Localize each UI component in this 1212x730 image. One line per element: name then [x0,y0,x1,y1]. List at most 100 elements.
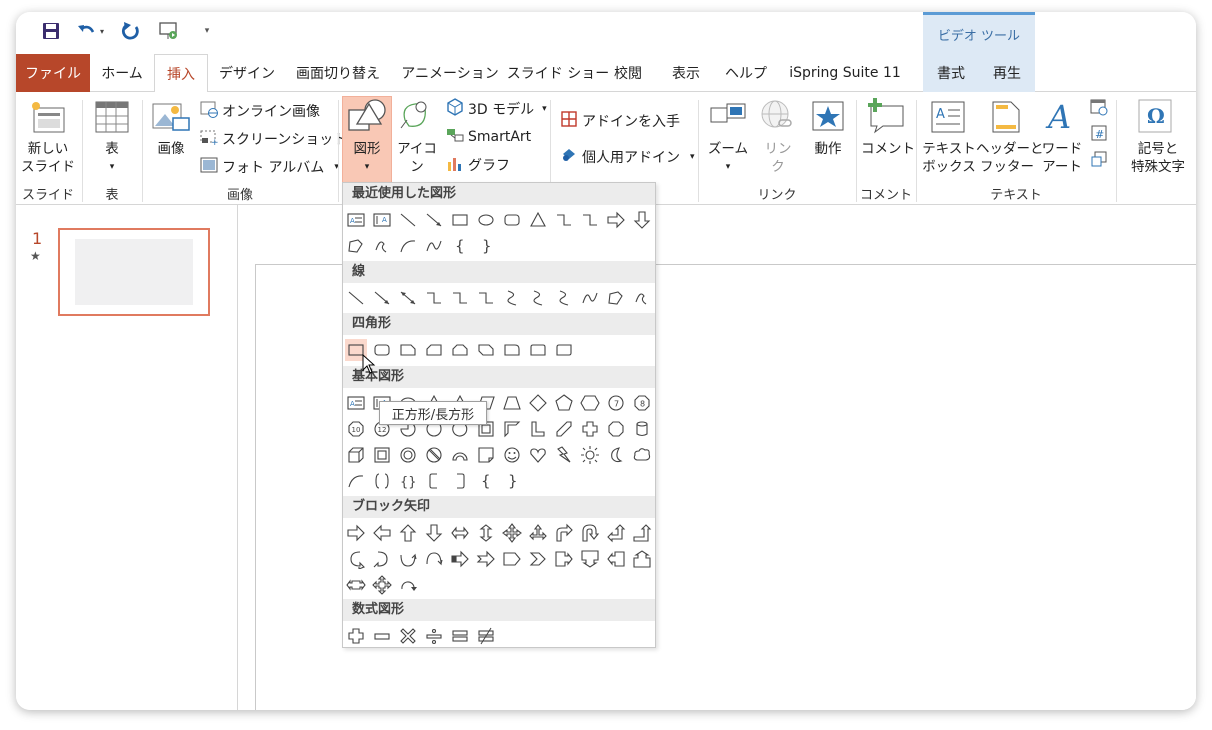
online-image-button[interactable]: オンライン画像 [200,100,320,122]
shape-donut-icon[interactable] [397,444,419,466]
shape-curve-icon[interactable] [553,287,575,309]
shape-curvedL-icon[interactable] [371,548,393,570]
shape-textbox-icon[interactable]: A [345,209,367,231]
icons-button[interactable]: アイコン [392,140,442,176]
shape-scribble-icon[interactable] [631,287,653,309]
shape-line-icon[interactable] [345,287,367,309]
shape-arrowU-icon[interactable] [397,522,419,544]
shape-bentArrow-icon[interactable] [553,522,575,544]
shape-arrowD-icon[interactable] [423,522,445,544]
omega-icon[interactable]: Ω [1136,98,1174,136]
shape-elbow-icon[interactable] [423,287,445,309]
image-button[interactable]: 画像 [150,140,192,158]
tab-review[interactable]: 校閲 [606,54,650,92]
shape-cloud-icon[interactable] [631,444,653,466]
shape-dbracket-icon[interactable] [371,470,393,492]
tab-ispring[interactable]: iSpring Suite 11 [780,54,910,92]
shape-dbrace-icon[interactable]: {} [397,470,419,492]
shape-udArrow-icon[interactable] [475,522,497,544]
shape-elbow-icon[interactable] [475,287,497,309]
shape-arc-icon[interactable] [345,470,367,492]
shape-dblarrow-icon[interactable] [397,287,419,309]
shape-snip4-icon[interactable] [475,339,497,361]
shape-arrowR-icon[interactable] [605,209,627,231]
comment-button[interactable]: コメント [860,140,916,158]
my-addins-button[interactable]: 個人用アドイン ▾ [560,146,695,168]
shape-pent-icon[interactable] [553,392,575,414]
shape-blockarc-icon[interactable] [449,444,471,466]
shape-cube-icon[interactable] [345,444,367,466]
comment-icon[interactable] [866,96,908,136]
graph-button[interactable]: グラフ [446,154,510,176]
wordart-icon[interactable]: A [1040,98,1080,136]
link-icon[interactable] [758,98,798,134]
datetime-icon[interactable] [1088,98,1110,118]
shape-fold-icon[interactable] [475,444,497,466]
shape-calloutD-icon[interactable] [579,548,601,570]
shape-can-icon[interactable] [631,418,653,440]
shape-brace-icon[interactable]: { [475,470,497,492]
shape-calloutR-icon[interactable] [553,548,575,570]
get-addins-button[interactable]: アドインを入手 [560,110,680,132]
shape-round3-icon[interactable] [553,339,575,361]
shape-snip2-icon[interactable] [423,339,445,361]
shape-lruArrow-icon[interactable] [527,522,549,544]
textbox-icon[interactable]: A [928,100,968,136]
shape-neq-icon[interactable] [475,625,497,647]
shape-smile-icon[interactable] [501,444,523,466]
shape-arrowR-icon[interactable] [345,522,367,544]
shape-trap-icon[interactable] [501,392,523,414]
zoom-dropdown-icon[interactable]: ▾ [702,158,754,176]
shape-round2-icon[interactable] [527,339,549,361]
shape-line-icon[interactable] [397,209,419,231]
object-icon[interactable] [1088,150,1110,170]
shape-noentry-icon[interactable] [423,444,445,466]
tab-file[interactable]: ファイル [16,54,90,92]
shape-freeform-icon[interactable] [605,287,627,309]
tab-playback[interactable]: 再生 [979,54,1035,92]
textbox-button[interactable]: テキスト ボックス [918,140,980,176]
shape-plus-icon[interactable] [345,625,367,647]
shape-arrowline-icon[interactable] [423,209,445,231]
new-slide-icon[interactable] [26,100,70,136]
action-icon[interactable] [808,100,848,136]
shape-elbow-icon[interactable] [579,209,601,231]
shape-plus-icon[interactable] [579,418,601,440]
3d-model-button[interactable]: 3D モデル ▾ [446,98,547,120]
header-footer-icon[interactable] [986,100,1026,136]
wordart-button[interactable]: ワード アート [1034,140,1090,176]
tab-animations[interactable]: アニメーション [394,54,506,92]
shape-quad-icon[interactable] [501,522,523,544]
smartart-button[interactable]: SmartArt [446,126,531,148]
shape-num10-icon[interactable]: 10 [345,418,367,440]
shape-notchedR-icon[interactable] [475,548,497,570]
redo-icon[interactable] [120,20,142,42]
tab-slideshow[interactable]: スライド ショー [502,54,614,92]
new-slide-button[interactable]: 新しい スライド [18,140,78,176]
shape-textbox-icon[interactable]: A [345,392,367,414]
shape-curve-icon[interactable] [501,287,523,309]
customize-icon[interactable]: ▾ [196,20,218,42]
tab-help[interactable]: ヘルプ [720,54,772,92]
shape-frame-icon[interactable] [371,444,393,466]
shape-elbow-icon[interactable] [449,287,471,309]
shape-lrArrow-icon[interactable] [449,522,471,544]
shape-wave-icon[interactable] [579,287,601,309]
header-footer-button[interactable]: ヘッダーと フッター [976,140,1044,176]
shape-rbracket-icon[interactable] [449,470,471,492]
shape-curve-icon[interactable] [527,287,549,309]
shape-scribble-icon[interactable] [371,235,393,257]
shape-num7-icon[interactable]: 7 [605,392,627,414]
shape-curvedD-icon[interactable] [423,548,445,570]
shape-snip3-icon[interactable] [449,339,471,361]
shape-oval-icon[interactable] [475,209,497,231]
shape-braceR-icon[interactable]: } [475,235,497,257]
shape-circArrow-icon[interactable] [397,574,419,596]
action-button[interactable]: 動作 [806,140,850,158]
zoom-button[interactable]: ズーム [702,140,754,158]
shape-diag-icon[interactable] [553,418,575,440]
shape-hex-icon[interactable] [579,392,601,414]
my-addins-dropdown-icon[interactable]: ▾ [690,152,695,162]
tab-design[interactable]: デザイン [212,54,282,92]
shape-heart-icon[interactable] [527,444,549,466]
